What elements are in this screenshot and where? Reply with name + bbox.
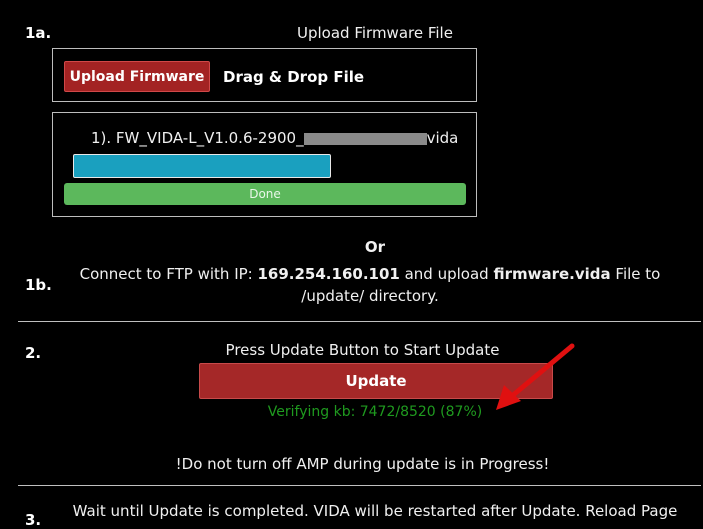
step-3-number: 3. bbox=[25, 511, 42, 529]
step-2-number: 2. bbox=[25, 344, 42, 362]
ftp-text-prefix: Connect to FTP with IP: bbox=[79, 265, 258, 283]
drag-drop-zone-label[interactable]: Drag & Drop File bbox=[223, 68, 364, 86]
redacted-file-segment bbox=[303, 132, 427, 145]
upload-done-bar: Done bbox=[64, 183, 466, 205]
ftp-ip-address: 169.254.160.101 bbox=[257, 265, 400, 283]
red-arrow-annotation bbox=[496, 343, 575, 410]
firmware-file-name: firmware.vida bbox=[493, 265, 611, 283]
file-upload-status-box: 1). FW_VIDA-L_V1.0.6-2900_ vida Done bbox=[52, 112, 477, 217]
upload-section-title: Upload Firmware File bbox=[297, 24, 453, 42]
ftp-text-suffix: File to bbox=[610, 265, 661, 283]
file-name-prefix: 1). FW_VIDA-L_V1.0.6-2900_ bbox=[91, 129, 304, 147]
step-3-text: Wait until Update is completed. VIDA wil… bbox=[72, 502, 678, 520]
step-1a-number: 1a. bbox=[25, 24, 52, 42]
or-separator: Or bbox=[364, 238, 386, 256]
upload-firmware-button[interactable]: Upload Firmware bbox=[64, 61, 210, 92]
uploaded-file-name: 1). FW_VIDA-L_V1.0.6-2900_ vida bbox=[91, 129, 458, 147]
ftp-text-mid: and upload bbox=[399, 265, 494, 283]
ftp-instructions: Connect to FTP with IP: 169.254.160.101 … bbox=[60, 263, 680, 307]
ftp-directory: /update/ directory. bbox=[301, 287, 439, 305]
arrow-shaft bbox=[509, 343, 575, 399]
upload-controls-box: Upload Firmware Drag & Drop File bbox=[52, 48, 477, 102]
update-warning: !Do not turn off AMP during update is in… bbox=[175, 455, 550, 473]
file-name-suffix: vida bbox=[426, 129, 459, 147]
section-divider-2 bbox=[18, 485, 701, 486]
section-divider-1 bbox=[18, 321, 701, 322]
upload-progress-bar bbox=[73, 154, 331, 178]
step-1b-number: 1b. bbox=[25, 276, 52, 294]
